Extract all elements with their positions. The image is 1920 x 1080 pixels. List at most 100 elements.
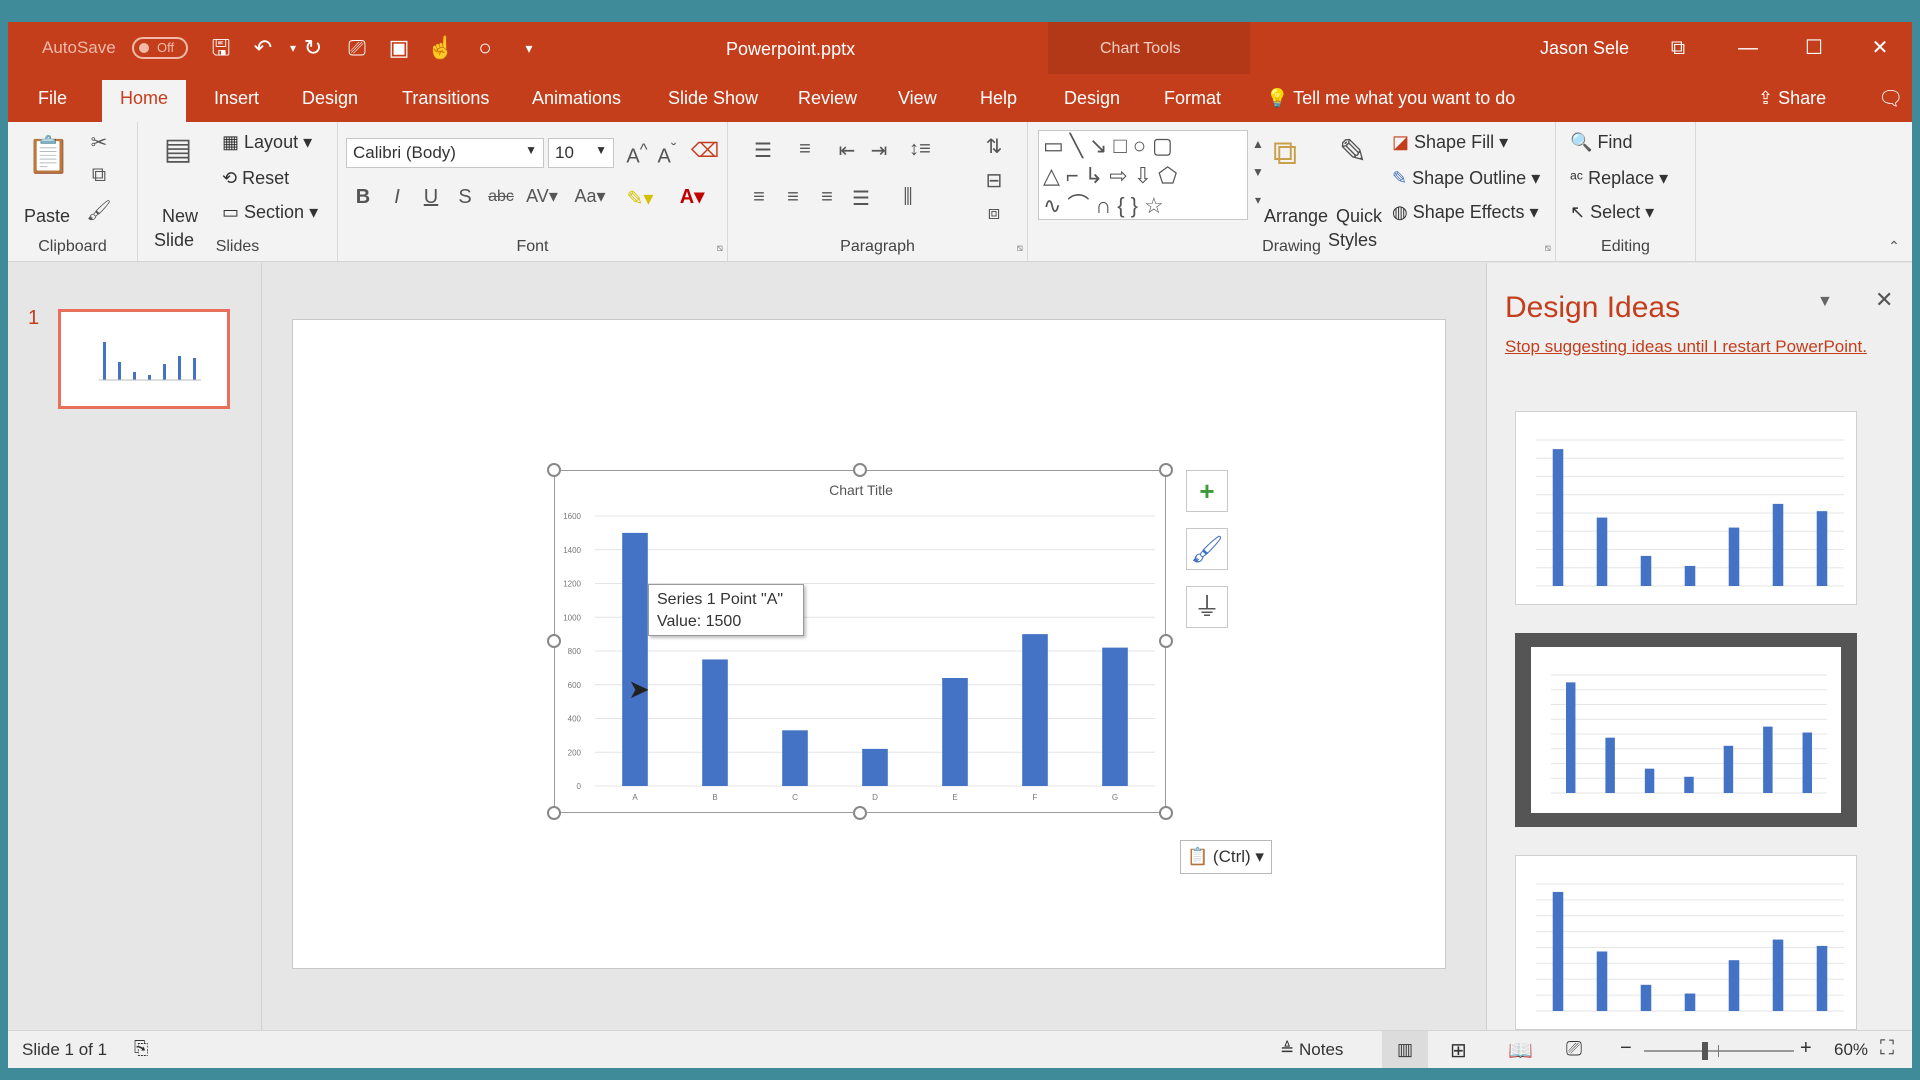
tab-animations[interactable]: Animations: [532, 88, 621, 109]
align-text-icon[interactable]: ⊟: [974, 168, 1014, 193]
find-button[interactable]: 🔍 Find: [1570, 132, 1632, 153]
chart[interactable]: Chart Title 0 200 400 600 800 1000 1200 1400 1600…: [554, 470, 1166, 813]
paragraph-dialog-launcher-icon[interactable]: ⧅: [1017, 243, 1023, 254]
replace-button[interactable]: ᵃᶜ Replace ▾: [1570, 168, 1668, 189]
line-spacing-icon[interactable]: ↕≡: [900, 138, 940, 161]
design-idea-2[interactable]: [1515, 633, 1857, 827]
resize-handle-bottom-left[interactable]: [547, 806, 561, 820]
align-left-icon[interactable]: ≡: [744, 186, 774, 209]
accessibility-icon[interactable]: ⎘: [134, 1038, 148, 1059]
decrease-indent-icon[interactable]: ⇤: [832, 138, 862, 163]
resize-handle-right[interactable]: [1159, 634, 1173, 648]
arrange-icon[interactable]: ⧉: [1260, 134, 1310, 173]
slideshow-view-icon[interactable]: ⎚: [1566, 1038, 1582, 1061]
normal-view-icon[interactable]: ▥: [1382, 1031, 1428, 1068]
zoom-level[interactable]: 60%: [1834, 1040, 1868, 1060]
change-case-icon[interactable]: Aa▾: [570, 186, 610, 207]
paste-icon[interactable]: 📋: [26, 134, 71, 176]
align-right-icon[interactable]: ≡: [812, 186, 842, 209]
shape-effects-button[interactable]: ◍ Shape Effects ▾: [1392, 202, 1539, 223]
tab-design[interactable]: Design: [302, 88, 358, 109]
tab-chart-design[interactable]: Design: [1064, 88, 1120, 109]
paste-options-button[interactable]: 📋 (Ctrl) ▾: [1180, 840, 1272, 874]
chart-filters-funnel-icon[interactable]: ⏚: [1186, 586, 1228, 628]
share-button[interactable]: ⇪ Share: [1758, 88, 1826, 109]
tab-file[interactable]: File: [38, 88, 67, 109]
customize-qat-icon[interactable]: ▾: [514, 34, 544, 62]
quick-styles-icon[interactable]: ✎: [1328, 132, 1378, 172]
chart-styles-brush-icon[interactable]: 🖌: [1186, 528, 1228, 570]
minimize-icon[interactable]: —: [1728, 30, 1768, 66]
tab-home[interactable]: Home: [102, 80, 187, 122]
copy-icon[interactable]: ⧉: [84, 164, 114, 187]
resize-handle-top-right[interactable]: [1159, 463, 1173, 477]
increase-indent-icon[interactable]: ⇥: [864, 138, 894, 163]
cut-icon[interactable]: ✂: [84, 130, 114, 155]
presenter-view-icon[interactable]: ▣: [384, 34, 414, 62]
increase-font-icon[interactable]: A^: [624, 140, 650, 169]
smartart-icon[interactable]: ⧈: [974, 202, 1014, 225]
select-button[interactable]: ↖ Select ▾: [1570, 202, 1654, 223]
font-size-combo[interactable]: 10 ▼: [548, 138, 614, 168]
tab-insert[interactable]: Insert: [214, 88, 259, 109]
tab-help[interactable]: Help: [980, 88, 1017, 109]
undo-icon[interactable]: ↶: [248, 34, 278, 62]
quick-styles-label-1[interactable]: Quick: [1336, 206, 1382, 227]
tab-view[interactable]: View: [898, 88, 937, 109]
slide-thumbnail[interactable]: [58, 309, 230, 409]
resize-handle-left[interactable]: [547, 634, 561, 648]
autosave-toggle[interactable]: Off: [132, 37, 188, 59]
new-slide-label-1[interactable]: New: [162, 206, 198, 227]
close-pane-icon[interactable]: ✕: [1875, 287, 1893, 313]
font-color-icon[interactable]: A▾: [672, 184, 712, 209]
underline-icon[interactable]: U: [418, 186, 444, 209]
close-icon[interactable]: ✕: [1860, 30, 1900, 66]
design-idea-3[interactable]: [1515, 855, 1857, 1030]
text-direction-icon[interactable]: ⇅: [974, 134, 1014, 159]
user-name[interactable]: Jason Sele: [1540, 38, 1629, 59]
save-icon[interactable]: 🖫: [206, 34, 236, 62]
redo-icon[interactable]: ↻: [298, 34, 328, 62]
zoom-slider[interactable]: [1644, 1042, 1794, 1060]
resize-handle-bottom-right[interactable]: [1159, 806, 1173, 820]
new-slide-icon[interactable]: ▤: [158, 132, 198, 167]
arrange-label[interactable]: Arrange: [1264, 206, 1328, 227]
chart-elements-plus-icon[interactable]: +: [1186, 470, 1228, 512]
layout-button[interactable]: ▦ Layout ▾: [222, 132, 312, 153]
section-button[interactable]: ▭ Section ▾: [222, 202, 318, 223]
stop-suggesting-link[interactable]: Stop suggesting ideas until I restart Po…: [1505, 337, 1867, 357]
tab-transitions[interactable]: Transitions: [402, 88, 489, 109]
italic-icon[interactable]: I: [384, 186, 410, 209]
format-painter-icon[interactable]: 🖌: [84, 198, 114, 223]
shapes-gallery[interactable]: ▭╲↘□○▢ △⌐↳⇨⇩⬠ ∿⌒∩{}☆: [1038, 130, 1248, 220]
decrease-font-icon[interactable]: Aˇ: [654, 140, 680, 169]
tab-chart-format[interactable]: Format: [1164, 88, 1221, 109]
comments-icon[interactable]: 🗨: [1878, 86, 1903, 111]
character-spacing-icon[interactable]: AV▾: [522, 186, 562, 207]
resize-handle-bottom[interactable]: [853, 806, 867, 820]
strikethrough-icon[interactable]: abc: [486, 188, 516, 206]
align-center-icon[interactable]: ≡: [778, 186, 808, 209]
clear-formatting-icon[interactable]: ⌫: [690, 138, 720, 163]
shape-outline-button[interactable]: ✎ Shape Outline ▾: [1392, 168, 1540, 189]
justify-icon[interactable]: ☰: [846, 186, 876, 211]
collapse-ribbon-icon[interactable]: ⌃: [1884, 238, 1904, 255]
highlight-icon[interactable]: ✎▾: [620, 186, 660, 211]
paste-label[interactable]: Paste: [24, 206, 70, 227]
shadow-icon[interactable]: S: [452, 186, 478, 209]
zoom-slider-thumb[interactable]: [1702, 1042, 1708, 1060]
ribbon-display-options-icon[interactable]: ⧉: [1658, 30, 1698, 66]
shape-fill-button[interactable]: ◪ Shape Fill ▾: [1392, 132, 1508, 153]
slide-sorter-icon[interactable]: ⊞: [1450, 1038, 1467, 1063]
numbering-icon[interactable]: ≡: [788, 138, 822, 161]
resize-handle-top[interactable]: [853, 463, 867, 477]
touch-mode-icon[interactable]: ☝: [426, 34, 456, 62]
bullets-icon[interactable]: ☰: [746, 138, 780, 163]
tab-review[interactable]: Review: [798, 88, 857, 109]
resize-handle-top-left[interactable]: [547, 463, 561, 477]
present-from-beginning-icon[interactable]: ⎚: [342, 34, 372, 62]
zoom-out-icon[interactable]: −: [1620, 1037, 1632, 1060]
columns-icon[interactable]: ⫼: [888, 186, 928, 209]
maximize-icon[interactable]: ☐: [1794, 30, 1834, 66]
shape-circle-icon[interactable]: ○: [470, 34, 500, 62]
